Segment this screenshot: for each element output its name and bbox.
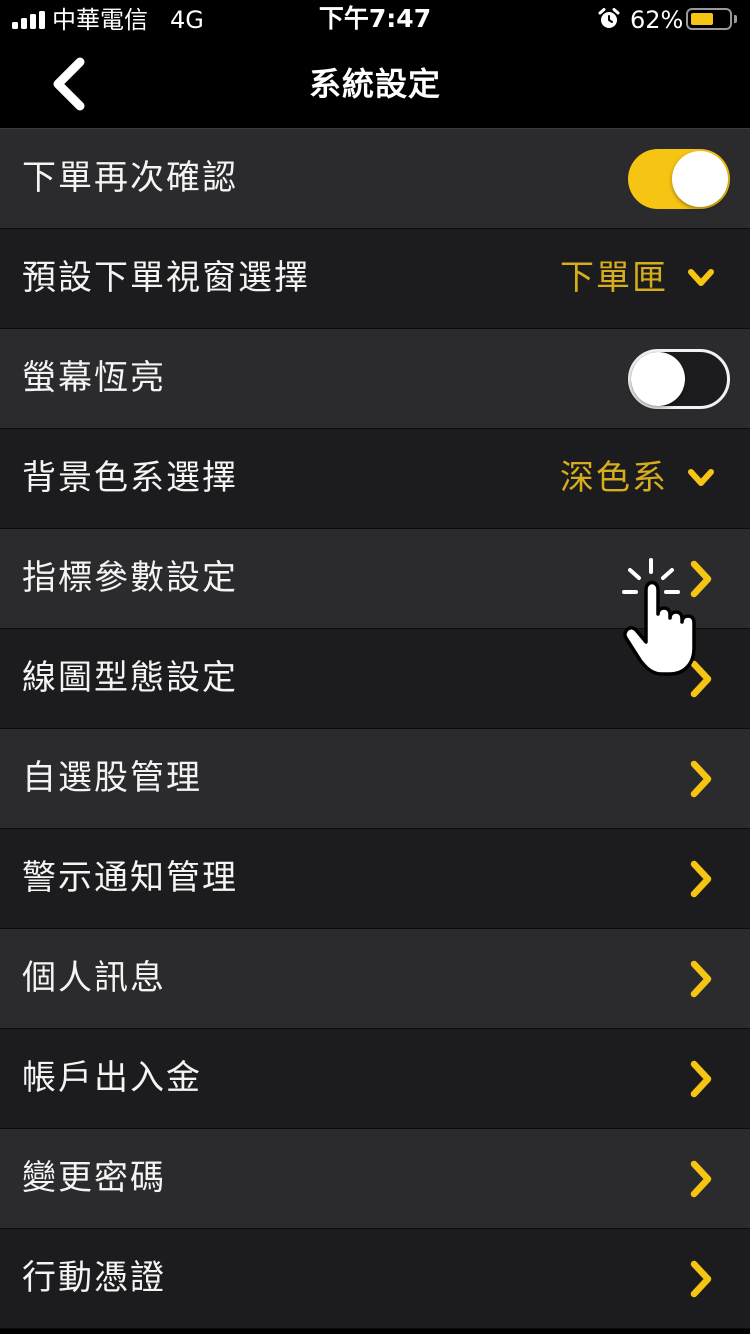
settings-row-indicator-params[interactable]: 指標參數設定	[0, 529, 750, 629]
chevron-right-icon[interactable]	[686, 959, 716, 999]
settings-row-label: 螢幕恆亮	[22, 358, 166, 398]
chevron-down-icon[interactable]	[686, 467, 716, 491]
settings-row-label: 自選股管理	[22, 758, 202, 798]
settings-row-default-order-window[interactable]: 預設下單視窗選擇 下單匣	[0, 229, 750, 329]
settings-row-personal-messages[interactable]: 個人訊息	[0, 929, 750, 1029]
navigation-bar: 系統設定	[0, 40, 750, 128]
settings-row-label: 指標參數設定	[22, 558, 238, 598]
toggle-switch[interactable]	[628, 149, 730, 209]
chevron-right-icon[interactable]	[686, 1259, 716, 1299]
settings-row-chart-style[interactable]: 線圖型態設定	[0, 629, 750, 729]
chevron-right-icon[interactable]	[686, 659, 716, 699]
settings-row-label: 變更密碼	[22, 1158, 166, 1198]
settings-row-label: 預設下單視窗選擇	[22, 258, 310, 298]
toggle-switch[interactable]	[628, 349, 730, 409]
settings-row-alert-notifications[interactable]: 警示通知管理	[0, 829, 750, 929]
settings-row-label: 帳戶出入金	[22, 1058, 202, 1098]
settings-row-label: 線圖型態設定	[22, 658, 238, 698]
battery-icon	[686, 8, 732, 30]
settings-row-label: 個人訊息	[22, 958, 166, 998]
settings-row-order-confirm: 下單再次確認	[0, 128, 750, 229]
settings-row-background-theme[interactable]: 背景色系選擇 深色系	[0, 429, 750, 529]
page-title: 系統設定	[308, 65, 441, 103]
toggle-knob	[631, 352, 685, 406]
select-value[interactable]: 深色系	[560, 429, 668, 528]
battery-percent: 62%	[630, 6, 684, 34]
settings-row-watchlist[interactable]: 自選股管理	[0, 729, 750, 829]
settings-row-label: 背景色系選擇	[22, 458, 238, 498]
settings-row-label: 警示通知管理	[22, 858, 238, 898]
status-bar: 中華電信 4G 下午7:47 62%	[0, 0, 750, 40]
chevron-right-icon[interactable]	[686, 559, 716, 599]
alarm-clock-icon	[598, 8, 620, 28]
select-value[interactable]: 下單匣	[560, 229, 668, 328]
battery-fill	[691, 13, 713, 25]
battery-cap	[734, 15, 737, 23]
settings-row-account-transfer[interactable]: 帳戶出入金	[0, 1029, 750, 1129]
settings-list: 下單再次確認預設下單視窗選擇 下單匣螢幕恆亮背景色系選擇 深色系指標參數設定 線圖型態…	[0, 128, 750, 1329]
settings-row-screen-always-on: 螢幕恆亮	[0, 329, 750, 429]
chevron-right-icon[interactable]	[686, 859, 716, 899]
toggle-knob	[672, 151, 728, 207]
chevron-right-icon[interactable]	[686, 759, 716, 799]
settings-row-label: 下單再次確認	[22, 158, 238, 198]
chevron-right-icon[interactable]	[686, 1059, 716, 1099]
chevron-right-icon[interactable]	[686, 1159, 716, 1199]
settings-row-change-password[interactable]: 變更密碼	[0, 1129, 750, 1229]
settings-row-mobile-certificate[interactable]: 行動憑證	[0, 1229, 750, 1329]
settings-row-label: 行動憑證	[22, 1258, 166, 1298]
chevron-down-icon[interactable]	[686, 267, 716, 291]
